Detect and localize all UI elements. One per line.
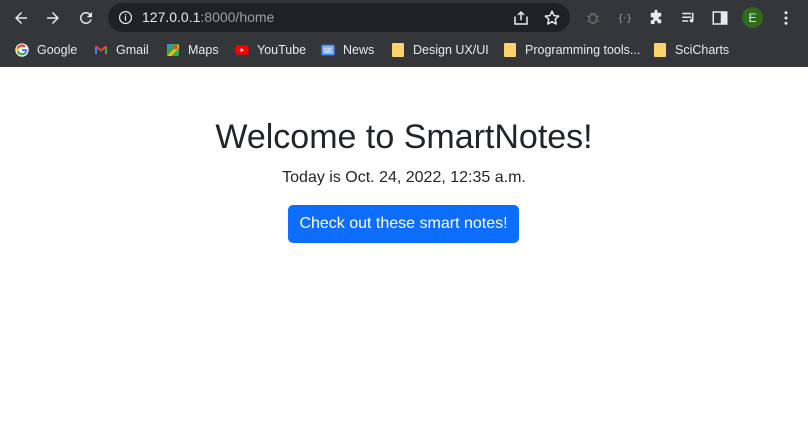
bookmark-maps[interactable]: Maps (165, 40, 219, 60)
puzzle-extensions-icon[interactable] (646, 8, 666, 28)
info-icon[interactable] (118, 10, 133, 25)
news-icon: GE (321, 44, 335, 56)
back-button[interactable] (8, 5, 34, 31)
share-icon[interactable] (512, 9, 530, 27)
bookmark-label: Google (37, 43, 78, 57)
url-text[interactable]: 127.0.0.1:8000/home (142, 9, 274, 25)
bookmark-folder-programming[interactable]: Programming tools... (504, 40, 640, 60)
side-panel-icon[interactable] (710, 8, 730, 28)
page-title: Welcome to SmartNotes! (215, 118, 593, 156)
svg-text:GE: GE (323, 48, 332, 55)
back-arrow-icon (15, 12, 27, 24)
bookmark-google[interactable]: Google (14, 40, 77, 60)
bookmark-label: Maps (188, 43, 219, 57)
folder-icon (504, 43, 516, 57)
bookmark-label: News (343, 43, 375, 57)
browser-toolbar: 127.0.0.1:8000/home {·} E (0, 0, 808, 35)
bookmark-label: Gmail (116, 43, 149, 57)
star-icon[interactable] (543, 9, 561, 27)
bookmark-folder-scicharts[interactable]: SciCharts (654, 40, 729, 60)
bookmark-news[interactable]: GE News (320, 40, 374, 60)
page-content: Welcome to SmartNotes! Today is Oct. 24,… (0, 67, 808, 440)
address-bar[interactable]: 127.0.0.1:8000/home (108, 3, 570, 32)
bookmark-youtube[interactable]: YouTube (234, 40, 306, 60)
media-queue-icon[interactable] (679, 8, 699, 28)
bookmark-label: SciCharts (675, 43, 730, 57)
youtube-icon (235, 45, 249, 55)
menu-kebab-icon[interactable] (776, 8, 796, 28)
profile-avatar[interactable]: E (742, 7, 763, 28)
bookmark-label: Design UX/UI (413, 43, 489, 57)
maps-icon (167, 44, 179, 56)
bookmark-label: Programming tools... (525, 43, 641, 57)
bookmark-folder-design[interactable]: Design UX/UI (392, 40, 489, 60)
browser-chrome: 127.0.0.1:8000/home {·} E Google Gmail M… (0, 0, 808, 91)
forward-arrow-icon (47, 12, 59, 24)
smart-notes-button[interactable]: Check out these smart notes! (288, 205, 519, 243)
google-icon (15, 43, 29, 57)
gmail-icon (95, 45, 107, 54)
url-host: 127.0.0.1 (142, 9, 201, 25)
folder-icon (654, 43, 666, 57)
bookmarks-bar: Google Gmail Maps YouTube GE News Design… (0, 36, 808, 91)
forward-button[interactable] (40, 5, 66, 31)
url-path: :8000/home (200, 9, 275, 25)
folder-icon (392, 43, 404, 57)
date-text: Today is Oct. 24, 2022, 12:35 a.m. (282, 169, 526, 186)
svg-text:{·}: {·} (617, 13, 632, 24)
bookmark-gmail[interactable]: Gmail (93, 40, 149, 60)
bug-extension-icon[interactable] (583, 8, 603, 28)
reload-icon (79, 11, 92, 24)
bookmark-label: YouTube (257, 43, 307, 57)
reload-button[interactable] (73, 5, 99, 31)
braces-extension-icon[interactable]: {·} (614, 8, 634, 28)
